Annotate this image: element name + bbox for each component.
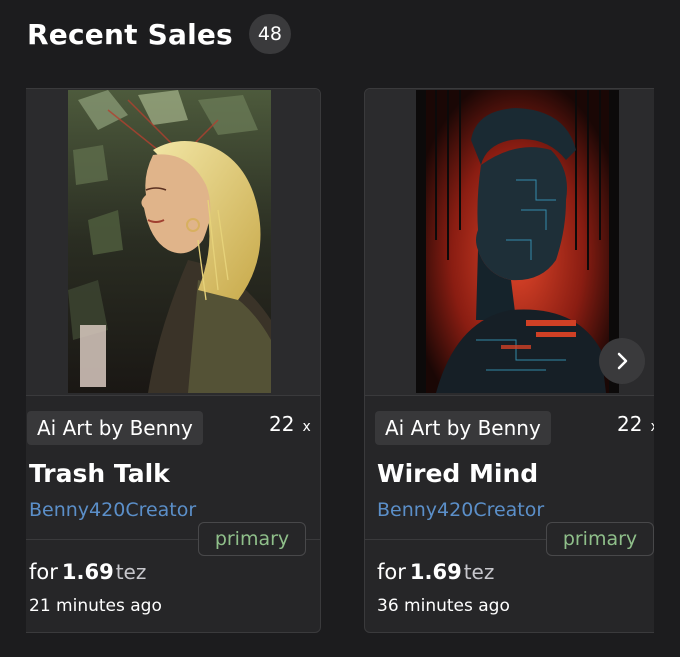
- sales-carousel[interactable]: Ai Art by Benny 22 x Trash Talk Benny420C…: [26, 88, 654, 636]
- creator-link[interactable]: Benny420Creator: [29, 499, 196, 521]
- sale-type-badge: primary: [198, 522, 306, 556]
- artwork-image[interactable]: [68, 90, 271, 393]
- price-amount: 1.69: [61, 560, 114, 584]
- edition-suffix: x: [650, 419, 654, 435]
- price-prefix: for: [29, 560, 58, 584]
- sale-price: for 1.69 tez: [29, 560, 146, 584]
- edition-number: 22: [269, 412, 295, 436]
- artwork-frame[interactable]: [26, 89, 320, 396]
- price-currency: tez: [463, 560, 495, 584]
- price-prefix: for: [377, 560, 406, 584]
- sale-price: for 1.69 tez: [377, 560, 494, 584]
- price-currency: tez: [115, 560, 147, 584]
- price-amount: 1.69: [409, 560, 462, 584]
- sale-time: 36 minutes ago: [377, 596, 510, 616]
- creator-link[interactable]: Benny420Creator: [377, 499, 544, 521]
- sale-time: 21 minutes ago: [29, 596, 162, 616]
- artwork-title[interactable]: Wired Mind: [377, 459, 538, 488]
- section-title: Recent Sales: [27, 17, 233, 51]
- edition-count: 22 x: [617, 412, 654, 436]
- carousel-next-button[interactable]: [599, 338, 645, 384]
- chevron-right-icon: [617, 352, 628, 370]
- artwork-title[interactable]: Trash Talk: [29, 459, 170, 488]
- artwork-image[interactable]: [416, 90, 619, 393]
- edition-suffix: x: [302, 419, 311, 435]
- sale-type-badge: primary: [546, 522, 654, 556]
- collection-tag[interactable]: Ai Art by Benny: [375, 411, 551, 445]
- collection-tag[interactable]: Ai Art by Benny: [27, 411, 203, 445]
- sales-count-badge: 48: [248, 14, 291, 54]
- edition-number: 22: [617, 412, 643, 436]
- edition-count: 22 x: [269, 412, 311, 436]
- sale-card[interactable]: Ai Art by Benny 22 x Trash Talk Benny420C…: [26, 88, 321, 633]
- section-header: Recent Sales 48: [27, 14, 291, 54]
